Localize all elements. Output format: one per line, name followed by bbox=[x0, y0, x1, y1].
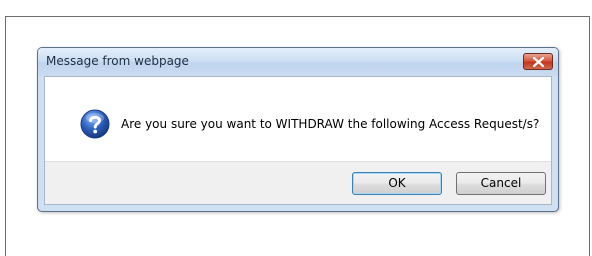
ok-button[interactable]: OK bbox=[352, 172, 442, 195]
dialog-titlebar[interactable]: Message from webpage bbox=[38, 48, 558, 76]
dialog-message: Are you sure you want to WITHDRAW the fo… bbox=[121, 117, 540, 131]
close-button[interactable] bbox=[523, 53, 553, 70]
dialog-button-bar: OK Cancel bbox=[45, 161, 551, 204]
question-icon bbox=[80, 109, 110, 139]
cancel-button[interactable]: Cancel bbox=[456, 172, 546, 195]
dialog-body: Are you sure you want to WITHDRAW the fo… bbox=[44, 76, 552, 205]
close-icon bbox=[533, 57, 544, 67]
message-dialog: Message from webpage Are you sure you wa… bbox=[37, 47, 559, 212]
dialog-title: Message from webpage bbox=[46, 54, 189, 68]
